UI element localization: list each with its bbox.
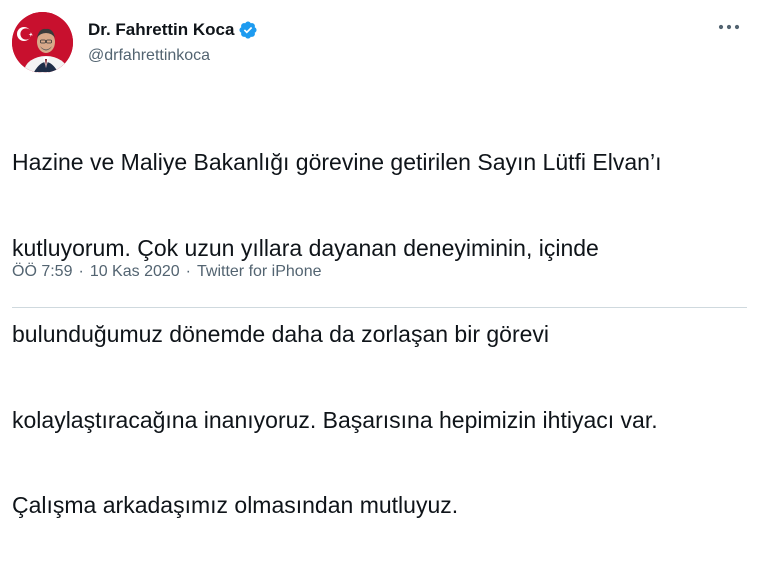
tweet-source[interactable]: Twitter for iPhone bbox=[197, 263, 322, 281]
tweet-date[interactable]: 10 Kas 2020 bbox=[90, 263, 180, 281]
tweet-text-line: Hazine ve Maliye Bakanlığı görevine geti… bbox=[12, 149, 662, 176]
tweet-text-line: kutluyorum. Çok uzun yıllara dayanan den… bbox=[12, 234, 599, 261]
tweet-header: Dr. Fahrettin Koca @drfahrettinkoca bbox=[12, 12, 747, 76]
author-names: Dr. Fahrettin Koca @drfahrettinkoca bbox=[88, 18, 258, 65]
verified-badge-icon bbox=[238, 20, 258, 40]
tweet-card: Dr. Fahrettin Koca @drfahrettinkoca Hazi… bbox=[0, 0, 759, 518]
meta-separator: · bbox=[185, 263, 191, 280]
user-handle[interactable]: @drfahrettinkoca bbox=[88, 47, 258, 65]
meta-separator: · bbox=[78, 263, 84, 280]
divider bbox=[12, 307, 747, 308]
tweet-metadata: ÖÖ 7:59 · 10 Kas 2020 · Twitter for iPho… bbox=[12, 263, 322, 281]
tweet-text-line: Çalışma arkadaşımız olmasından mutluyuz. bbox=[12, 492, 459, 519]
display-name-row: Dr. Fahrettin Koca bbox=[88, 18, 258, 42]
more-options-icon[interactable] bbox=[717, 18, 741, 36]
tweet-time[interactable]: ÖÖ 7:59 bbox=[12, 263, 72, 281]
display-name[interactable]: Dr. Fahrettin Koca bbox=[88, 20, 234, 40]
tweet-text-line: bulunduğumuz dönemde daha da zorlaşan bi… bbox=[12, 320, 550, 347]
avatar[interactable] bbox=[12, 12, 73, 73]
tweet-text-line: kolaylaştıracağına inanıyoruz. Başarısın… bbox=[12, 406, 658, 433]
profile-photo-icon bbox=[12, 12, 73, 73]
tweet-text: Hazine ve Maliye Bakanlığı görevine geti… bbox=[12, 91, 742, 577]
